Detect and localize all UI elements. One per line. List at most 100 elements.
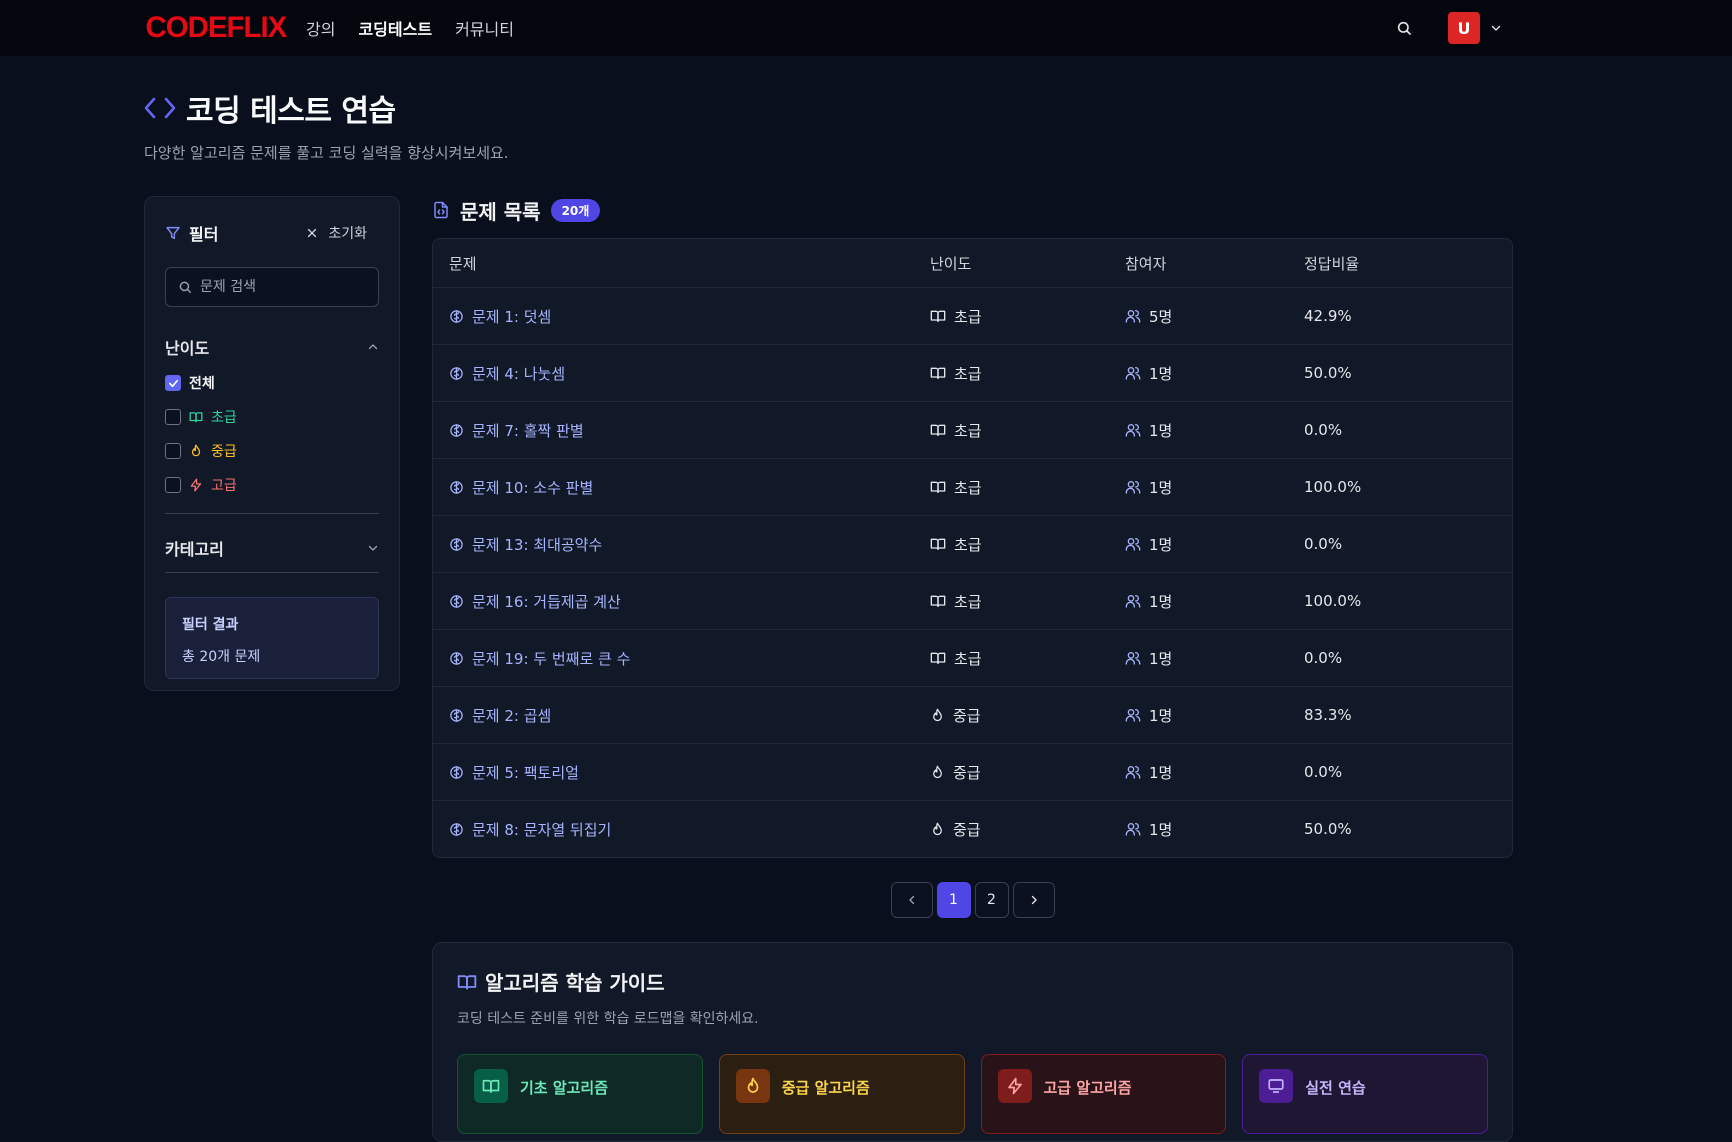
divider xyxy=(165,513,379,514)
difficulty-text: 초급 xyxy=(954,421,982,440)
problem-cell: 문제 10: 소수 판별 xyxy=(433,477,930,498)
users-icon xyxy=(1125,536,1141,552)
checkbox[interactable] xyxy=(165,477,181,493)
guide-card-basic[interactable]: 기초 알고리즘 xyxy=(457,1054,703,1134)
page-header: 코딩 테스트 연습 다양한 알고리즘 문제를 풀고 코딩 실력을 향상시켜보세요… xyxy=(144,86,509,163)
problem-search-box xyxy=(165,267,379,307)
rate-cell: 42.9% xyxy=(1304,307,1352,325)
participants-cell: 1명 xyxy=(1125,477,1304,498)
problem-title-link[interactable]: 문제 13: 최대공약수 xyxy=(472,534,602,555)
difficulty-option-medium[interactable]: 중급 xyxy=(165,441,379,461)
rate-cell: 0.0% xyxy=(1304,421,1343,439)
participants-cell: 1명 xyxy=(1125,648,1304,669)
flame-icon xyxy=(930,822,945,837)
problem-cell: 문제 19: 두 번째로 큰 수 xyxy=(433,648,930,669)
participants-text: 1명 xyxy=(1149,763,1173,782)
search-icon[interactable] xyxy=(1388,12,1420,44)
guide-card-intermediate[interactable]: 중급 알고리즘 xyxy=(718,1054,965,1134)
participants-text: 1명 xyxy=(1149,364,1173,383)
difficulty-option-all[interactable]: 전체 xyxy=(165,373,379,393)
problem-cell: 문제 5: 팩토리얼 xyxy=(433,762,930,783)
problem-title-link[interactable]: 문제 5: 팩토리얼 xyxy=(472,762,579,783)
users-icon xyxy=(1125,764,1141,780)
participants-cell: 1명 xyxy=(1125,819,1304,840)
problem-title-link[interactable]: 문제 8: 문자열 뒤집기 xyxy=(472,819,611,840)
flame-icon xyxy=(930,708,945,723)
participants-text: 1명 xyxy=(1149,535,1173,554)
guide-card-practice[interactable]: 실전 연습 xyxy=(1242,1054,1488,1134)
participants-cell: 1명 xyxy=(1125,705,1304,726)
difficulty-option-hard[interactable]: 고급 xyxy=(165,475,379,495)
participants-cell: 1명 xyxy=(1125,363,1304,384)
problem-title-link[interactable]: 문제 4: 나눗셈 xyxy=(472,363,565,384)
difficulty-cell: 초급 xyxy=(930,363,1125,384)
rate-cell: 100.0% xyxy=(1304,478,1362,496)
difficulty-text: 초급 xyxy=(954,649,982,668)
reset-button[interactable]: 초기화 xyxy=(306,223,367,243)
table-row[interactable]: 문제 13: 최대공약수 초급 1명 0.0% xyxy=(433,515,1512,572)
table-row[interactable]: 문제 16: 거듭제곱 계산 초급 1명 100.0% xyxy=(433,572,1512,629)
chevron-down-icon[interactable] xyxy=(1490,22,1502,34)
problem-search-input[interactable] xyxy=(200,279,360,295)
difficulty-text: 중급 xyxy=(953,706,981,725)
avatar[interactable]: U xyxy=(1448,12,1480,44)
difficulty-cell: 초급 xyxy=(930,648,1125,669)
table-row[interactable]: 문제 1: 덧셈 초급 5명 42.9% xyxy=(433,287,1512,344)
difficulty-text: 초급 xyxy=(954,478,982,497)
problem-title-link[interactable]: 문제 19: 두 번째로 큰 수 xyxy=(472,648,630,669)
problem-cell: 문제 2: 곱셈 xyxy=(433,705,930,726)
codeflix-logo[interactable]: CODEFLIX xyxy=(146,11,293,45)
table-row[interactable]: 문제 4: 나눗셈 초급 1명 50.0% xyxy=(433,344,1512,401)
book-icon xyxy=(930,422,946,438)
filter-result-count: 총 20개 문제 xyxy=(182,649,261,665)
filter-result-title: 필터 결과 xyxy=(182,617,239,633)
difficulty-cell: 초급 xyxy=(930,420,1125,441)
problem-title-link[interactable]: 문제 7: 홀짝 판별 xyxy=(472,420,584,441)
difficulty-cell: 중급 xyxy=(930,762,1125,783)
table-row[interactable]: 문제 10: 소수 판별 초급 1명 100.0% xyxy=(433,458,1512,515)
guide-card-advanced[interactable]: 고급 알고리즘 xyxy=(980,1054,1227,1134)
nav-link-community[interactable]: 커뮤니티 xyxy=(455,16,514,40)
problem-title-link[interactable]: 문제 1: 덧셈 xyxy=(472,306,551,327)
difficulty-option-easy[interactable]: 초급 xyxy=(165,407,379,427)
difficulty-section-toggle[interactable]: 난이도 xyxy=(165,335,379,359)
problem-cell: 문제 16: 거듭제곱 계산 xyxy=(433,591,930,612)
difficulty-text: 초급 xyxy=(954,535,982,554)
page-1-button[interactable]: 1 xyxy=(936,882,971,918)
participants-text: 1명 xyxy=(1149,706,1173,725)
category-section-toggle[interactable]: 카테고리 xyxy=(165,536,379,573)
lightning-icon xyxy=(189,478,203,492)
checkbox[interactable] xyxy=(165,409,181,425)
nav-link-lectures[interactable]: 강의 xyxy=(306,16,335,40)
checkbox-checked[interactable] xyxy=(165,375,181,391)
table-row[interactable]: 문제 5: 팩토리얼 중급 1명 0.0% xyxy=(433,743,1512,800)
code-icon xyxy=(144,96,176,120)
difficulty-text: 초급 xyxy=(954,307,982,326)
difficulty-text: 중급 xyxy=(953,820,981,839)
table-row[interactable]: 문제 8: 문자열 뒤집기 중급 1명 50.0% xyxy=(433,800,1512,857)
rate-cell: 50.0% xyxy=(1304,820,1352,838)
nav-link-coding-test[interactable]: 코딩테스트 xyxy=(358,16,432,40)
difficulty-text: 초급 xyxy=(954,364,982,383)
search-icon xyxy=(178,280,192,294)
table-row[interactable]: 문제 7: 홀짝 판별 초급 1명 0.0% xyxy=(433,401,1512,458)
checkbox[interactable] xyxy=(165,443,181,459)
table-row[interactable]: 문제 2: 곱셈 중급 1명 83.3% xyxy=(433,686,1512,743)
participants-cell: 1명 xyxy=(1125,591,1304,612)
next-page-button[interactable] xyxy=(1012,882,1055,918)
problem-title-link[interactable]: 문제 10: 소수 판별 xyxy=(472,477,593,498)
file-code-icon xyxy=(432,200,450,220)
rate-cell: 50.0% xyxy=(1304,364,1352,382)
difficulty-cell: 초급 xyxy=(930,534,1125,555)
prev-page-button[interactable] xyxy=(890,882,933,918)
problem-title-link[interactable]: 문제 16: 거듭제곱 계산 xyxy=(472,591,621,612)
algorithm-guide: 알고리즘 학습 가이드 코딩 테스트 준비를 위한 학습 로드맵을 확인하세요.… xyxy=(432,942,1513,1142)
flame-icon xyxy=(735,1069,770,1103)
brain-icon xyxy=(449,651,464,666)
users-icon xyxy=(1125,365,1141,381)
table-row[interactable]: 문제 19: 두 번째로 큰 수 초급 1명 0.0% xyxy=(433,629,1512,686)
monitor-icon xyxy=(1259,1069,1294,1103)
page-2-button[interactable]: 2 xyxy=(974,882,1009,918)
participants-text: 1명 xyxy=(1149,421,1173,440)
problem-title-link[interactable]: 문제 2: 곱셈 xyxy=(472,705,551,726)
